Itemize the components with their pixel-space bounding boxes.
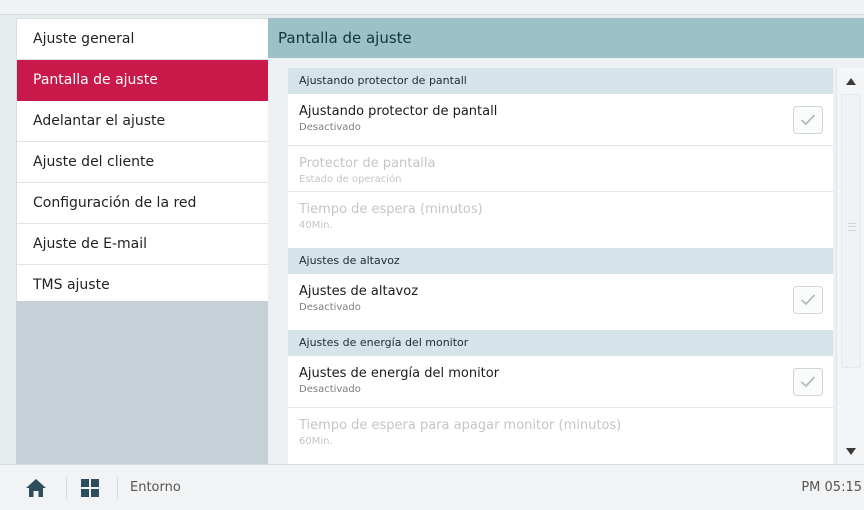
triangle-down-icon <box>846 447 856 455</box>
setting-title: Tiempo de espera (minutos) <box>299 202 483 217</box>
checkmark-icon <box>801 294 815 305</box>
triangle-up-icon <box>846 77 856 85</box>
scroll-thumb[interactable] <box>841 94 861 368</box>
setting-value: Desactivado <box>299 384 361 395</box>
sidebar-item-ajuste-del-cliente[interactable]: Ajuste del cliente <box>17 142 268 183</box>
clock: PM 05:15 <box>801 480 862 495</box>
protector-checkbox[interactable] <box>793 106 823 134</box>
sidebar-item-configuracion-red[interactable]: Configuración de la red <box>17 183 268 224</box>
energia-checkbox[interactable] <box>793 368 823 396</box>
section-header-energia: Ajustes de energía del monitor <box>288 330 833 356</box>
sidebar: Ajuste general Pantalla de ajuste Adelan… <box>16 18 269 302</box>
scroll-down-button[interactable] <box>837 438 864 464</box>
settings-list: Ajustando protector de pantall Ajustando… <box>288 68 833 464</box>
setting-value: Estado de operación <box>299 174 402 185</box>
setting-value: 40Min. <box>299 220 333 231</box>
top-strip <box>0 0 864 15</box>
setting-row-energia[interactable]: Ajustes de energía del monitor Desactiva… <box>288 356 833 408</box>
setting-title: Ajustes de energía del monitor <box>299 366 500 381</box>
divider <box>66 477 67 499</box>
checkmark-icon <box>801 114 815 125</box>
setting-title: Ajustando protector de pantall <box>299 104 498 119</box>
page-title: Pantalla de ajuste <box>268 18 864 58</box>
setting-row-protector[interactable]: Ajustando protector de pantall Desactiva… <box>288 94 833 146</box>
app-window: Ajuste general Pantalla de ajuste Adelan… <box>0 0 864 510</box>
setting-row-apagar-monitor: Tiempo de espera para apagar monitor (mi… <box>288 408 833 454</box>
setting-title: Tiempo de espera para apagar monitor (mi… <box>299 418 622 433</box>
home-icon <box>26 478 46 497</box>
divider <box>117 477 118 499</box>
setting-value: 60Min. <box>299 436 333 447</box>
grid-icon <box>81 478 99 497</box>
scrollbar[interactable] <box>836 68 864 464</box>
scroll-track[interactable] <box>837 94 864 438</box>
sidebar-item-tms-ajuste[interactable]: TMS ajuste <box>17 265 268 305</box>
setting-row-altavoz[interactable]: Ajustes de altavoz Desactivado <box>288 274 833 330</box>
setting-row-protector-pantalla: Protector de pantalla Estado de operació… <box>288 146 833 192</box>
setting-title: Ajustes de altavoz <box>299 284 419 299</box>
sidebar-item-adelantar-el-ajuste[interactable]: Adelantar el ajuste <box>17 101 268 142</box>
setting-title: Protector de pantalla <box>299 156 436 171</box>
setting-row-tiempo-espera: Tiempo de espera (minutos) 40Min. <box>288 192 833 248</box>
breadcrumb: Entorno <box>130 480 181 495</box>
scroll-up-button[interactable] <box>837 68 864 94</box>
section-header-altavoz: Ajustes de altavoz <box>288 248 833 274</box>
menu-grid-button[interactable] <box>74 465 106 510</box>
setting-value: Desactivado <box>299 122 361 133</box>
altavoz-checkbox[interactable] <box>793 286 823 314</box>
section-header-protector: Ajustando protector de pantall <box>288 68 833 94</box>
sidebar-item-ajuste-email[interactable]: Ajuste de E-mail <box>17 224 268 265</box>
bottom-bar: Entorno PM 05:15 <box>0 464 864 510</box>
main-panel: Ajustando protector de pantall Ajustando… <box>268 58 864 464</box>
grip-icon <box>848 223 856 231</box>
home-button[interactable] <box>18 465 54 510</box>
checkmark-icon <box>801 376 815 387</box>
sidebar-item-ajuste-general[interactable]: Ajuste general <box>17 19 268 60</box>
sidebar-item-pantalla-de-ajuste[interactable]: Pantalla de ajuste <box>17 60 268 101</box>
setting-value: Desactivado <box>299 302 361 313</box>
sidebar-background <box>16 301 269 464</box>
